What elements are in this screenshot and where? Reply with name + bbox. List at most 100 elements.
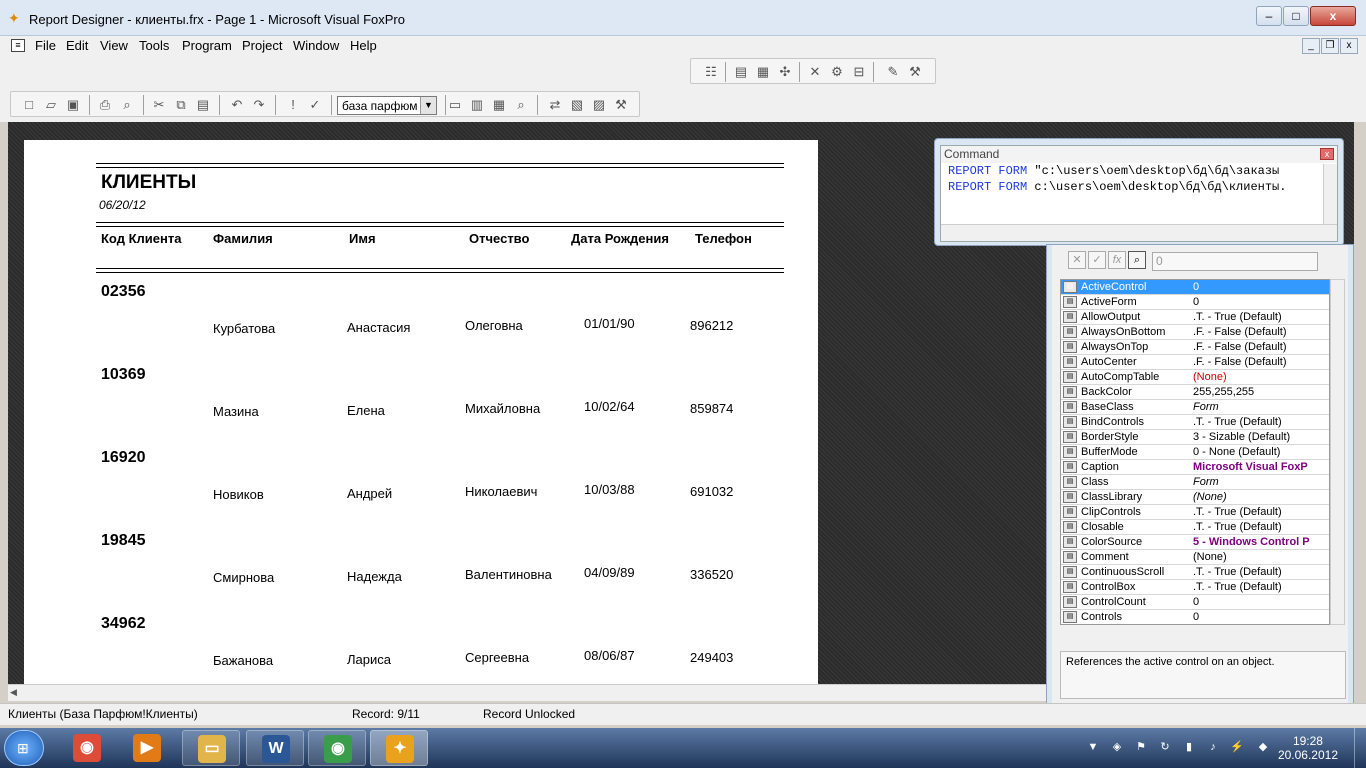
property-row[interactable]: ▤ BackColor 255,255,255 [1061,385,1329,400]
accept-icon[interactable]: ✓ [1088,251,1106,269]
close-button[interactable]: x [1310,6,1356,26]
command-pane[interactable]: Command x REPORT FORM "c:\users\oem\desk… [940,145,1338,242]
taskbar-foxpro[interactable]: ✦ [370,730,428,766]
tray-network-icon[interactable]: ▮ [1182,740,1196,754]
menu-program[interactable]: Program [182,38,232,53]
property-row[interactable]: ▤ Closable .T. - True (Default) [1061,520,1329,535]
data-env-icon[interactable]: ▦ [755,64,771,80]
menu-help[interactable]: Help [350,38,377,53]
taskbar-explorer[interactable]: ▭ [182,730,240,766]
tray-sync-icon[interactable]: ↻ [1158,740,1172,754]
command-line-1[interactable]: REPORT FORM "c:\users\oem\desktop\бд\бд\… [948,164,1279,178]
code-icon[interactable]: ⌕ [513,97,529,113]
options-icon[interactable]: ⚒ [613,97,629,113]
command-line-2[interactable]: REPORT FORM c:\users\oem\desktop\бд\бд\к… [948,180,1286,194]
database-select[interactable]: база парфюм ▼ [337,96,437,115]
new-icon[interactable]: □ [21,97,37,113]
maximize-button[interactable]: □ [1283,6,1309,26]
property-row[interactable]: ▤ BindControls .T. - True (Default) [1061,415,1329,430]
property-row[interactable]: ▤ AutoCenter .F. - False (Default) [1061,355,1329,370]
taskbar-chrome-pinned[interactable]: ◉ [58,730,116,766]
property-row[interactable]: ▤ ActiveControl 0 [1061,280,1329,295]
start-button[interactable]: ⊞ [4,730,44,766]
property-row[interactable]: ▤ Class Form [1061,475,1329,490]
tray-flag-icon[interactable]: ⚑ [1134,740,1148,754]
property-list[interactable]: ▤ ActiveControl 0 ▤ ActiveForm 0 ▤ AllowOutput.… [1060,279,1330,625]
wizard-icon[interactable]: ✎ [885,64,901,80]
cut-icon[interactable]: ✂ [151,97,167,113]
property-row[interactable]: ▤ AlwaysOnBottom .F. - False (Default) [1061,325,1329,340]
menu-edit[interactable]: Edit [66,38,88,53]
builder-icon[interactable]: ⚒ [907,64,923,80]
menu-window[interactable]: Window [293,38,339,53]
taskbar-word[interactable]: W [246,730,304,766]
property-row[interactable]: ▤ ColorSource 5 - Windows Control P [1061,535,1329,550]
property-row[interactable]: ▤ ClassLibrary (None) [1061,490,1329,505]
property-row[interactable]: ▤ BorderStyle 3 - Sizable (Default) [1061,430,1329,445]
toolbox-icon[interactable]: ▧ [569,97,585,113]
nodes-icon[interactable]: ✣ [777,64,793,80]
doc-icon[interactable]: ≡ [11,39,25,52]
function-icon[interactable]: fx [1108,251,1126,269]
property-list-scrollbar[interactable] [1330,279,1345,625]
command-hscrollbar[interactable] [941,224,1337,241]
minimize-button[interactable]: – [1256,6,1282,26]
run-icon[interactable]: ! [285,97,301,113]
menu-project[interactable]: Project [242,38,282,53]
property-row[interactable]: ▤ BaseClass Form [1061,400,1329,415]
chevron-down-icon[interactable]: ▼ [420,97,436,114]
task-list-icon[interactable]: ▨ [591,97,607,113]
mdi-restore-button[interactable]: ❐ [1321,38,1339,54]
menu-tools[interactable]: Tools [139,38,169,53]
property-row[interactable]: ▤ AutoCompTable (None) [1061,370,1329,385]
mdi-minimize-button[interactable]: _ [1302,38,1320,54]
taskbar-media[interactable]: ▶ [118,730,176,766]
properties-icon[interactable]: ▦ [491,97,507,113]
property-row[interactable]: ▤ AlwaysOnTop .F. - False (Default) [1061,340,1329,355]
menu-view[interactable]: View [100,38,128,53]
property-row[interactable]: ▤ ControlBox .T. - True (Default) [1061,580,1329,595]
property-row[interactable]: ▤ AllowOutput .T. - True (Default) [1061,310,1329,325]
clock[interactable]: 19:28 20.06.2012 [1278,734,1338,762]
property-row[interactable]: ▤ Comment (None) [1061,550,1329,565]
horizontal-scrollbar[interactable]: ◀ [8,684,1054,701]
mdi-close-button[interactable]: x [1340,38,1358,54]
property-row[interactable]: ▤ Caption Microsoft Visual FoxP [1061,460,1329,475]
preview-icon[interactable]: ⌕ [119,97,135,113]
paste-icon[interactable]: ▤ [195,97,211,113]
property-row[interactable]: ▤ BufferMode 0 - None (Default) [1061,445,1329,460]
taskbar-chrome[interactable]: ◉ [308,730,366,766]
command-vscrollbar[interactable] [1323,164,1337,224]
zoom-icon[interactable]: ⌕ [1128,251,1146,269]
debugger-icon[interactable]: ⇄ [547,97,563,113]
scroll-left-icon[interactable]: ◀ [10,687,17,698]
property-row[interactable]: ▤ ContinuousScroll .T. - True (Default) [1061,565,1329,580]
open-icon[interactable]: ▱ [43,97,59,113]
view-window-icon[interactable]: ▥ [469,97,485,113]
tray-shield-icon[interactable]: ◈ [1110,740,1124,754]
property-row[interactable]: ▤ ControlCount 0 [1061,595,1329,610]
print-icon[interactable]: ⎙ [97,97,113,113]
command-window-icon[interactable]: ▭ [447,97,463,113]
tray-nvidia-icon[interactable]: ◆ [1256,740,1270,754]
modify-icon[interactable]: ✓ [307,97,323,113]
tray-power-icon[interactable]: ⚡ [1230,740,1244,754]
menu-file[interactable]: File [35,38,56,53]
settings-icon[interactable]: ⚙ [829,64,845,80]
undo-icon[interactable]: ↶ [229,97,245,113]
redo-icon[interactable]: ↷ [251,97,267,113]
property-row[interactable]: ▤ ClipControls .T. - True (Default) [1061,505,1329,520]
group-icon[interactable]: ▤ [733,64,749,80]
copy-icon[interactable]: ⧉ [173,97,189,113]
align-icon[interactable]: ⊟ [851,64,867,80]
cancel-icon[interactable]: ✕ [1068,251,1086,269]
tray-arrow-icon[interactable]: ▼ [1086,740,1100,754]
property-row[interactable]: ▤ Controls 0 [1061,610,1329,624]
tools-icon[interactable]: ✕ [807,64,823,80]
show-desktop-button[interactable] [1354,728,1366,768]
property-value-input[interactable]: 0 [1152,252,1318,271]
command-close-icon[interactable]: x [1320,148,1334,160]
property-row[interactable]: ▤ ActiveForm 0 [1061,295,1329,310]
layout-icon[interactable]: ☷ [703,64,719,80]
tray-volume-icon[interactable]: ♪ [1206,740,1220,754]
